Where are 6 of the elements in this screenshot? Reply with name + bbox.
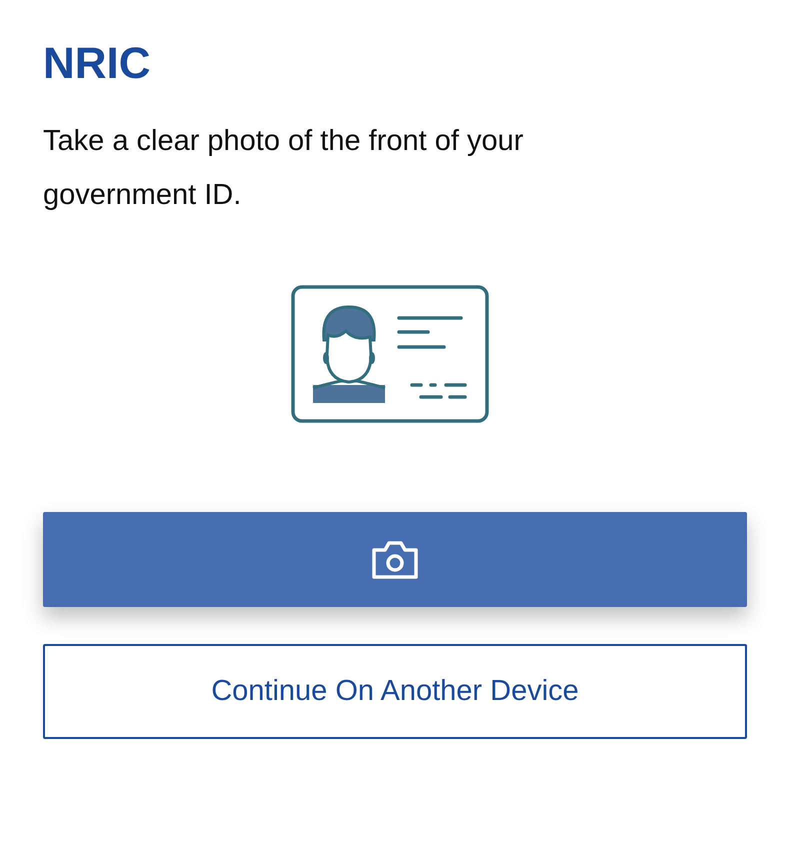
instruction-text: Take a clear photo of the front of your government ID. xyxy=(43,124,524,213)
camera-button[interactable] xyxy=(43,512,747,607)
camera-icon xyxy=(371,540,419,580)
continue-another-device-button[interactable]: Continue On Another Device xyxy=(43,644,747,739)
id-card-icon xyxy=(291,285,489,423)
page-title: NRIC xyxy=(43,38,152,90)
